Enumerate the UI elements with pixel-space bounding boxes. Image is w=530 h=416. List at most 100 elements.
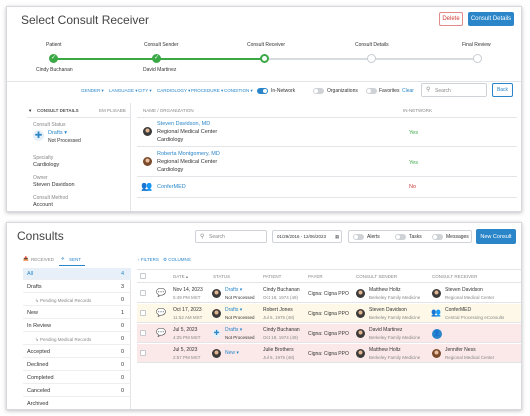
- row-checkbox[interactable]: [140, 330, 146, 336]
- row-sender-org: Berkeley Family Medicine: [369, 295, 421, 300]
- row-receiver: ConferMED: [445, 307, 472, 313]
- sidebar-item-archived[interactable]: Archived: [23, 398, 131, 409]
- filters-toggle[interactable]: › FILTERS: [138, 257, 159, 262]
- filter-condition[interactable]: CONDITION ▾: [224, 88, 253, 94]
- receiver-name[interactable]: Roberta Montgomery, MD: [157, 151, 220, 157]
- sidebar-item-label: ↳ Pending Medical Records: [35, 337, 92, 342]
- chat-icon[interactable]: 💬: [156, 288, 166, 297]
- avatar: [432, 349, 441, 358]
- in-network-toggle[interactable]: [257, 88, 268, 94]
- sidebar-item-label: Archived: [27, 401, 49, 407]
- row-date: Jul 5, 2023: [173, 327, 198, 333]
- sidebar-item-drafts[interactable]: Drafts 3: [23, 281, 131, 293]
- consult-details-button[interactable]: Consult Details: [468, 12, 514, 26]
- filter-procedure[interactable]: PROCEDURE ▾: [191, 88, 223, 94]
- chat-icon[interactable]: 💬: [156, 328, 166, 337]
- receiver-name[interactable]: ConferMED: [157, 184, 186, 190]
- consult-row[interactable]: Jul 5, 2023 2:57 PM MST New ▾ Julie Brot…: [137, 344, 521, 363]
- date-range-value: 01/29/2016 - 12/06/2023: [277, 234, 327, 239]
- sidebar-item-review-pending[interactable]: ↳ Pending Medical Records 0: [23, 333, 131, 345]
- add-user-icon[interactable]: 👤: [432, 329, 442, 339]
- sidebar-item-accepted[interactable]: Accepted 0: [23, 346, 131, 358]
- specialty-label: Specialty: [33, 155, 54, 161]
- step-patient-check-icon[interactable]: ✓: [49, 54, 58, 63]
- avatar: [212, 349, 221, 358]
- header-sender[interactable]: CONSULT SENDER: [356, 274, 397, 279]
- row-checkbox[interactable]: [140, 350, 146, 356]
- delete-button[interactable]: Delete: [439, 12, 463, 26]
- status-dropdown[interactable]: Drafts ▾: [48, 130, 67, 136]
- row-patient: Robert Jones: [263, 307, 293, 313]
- clear-link[interactable]: Clear: [402, 88, 414, 94]
- sidebar-item-count: 0: [121, 375, 125, 381]
- receiver-row[interactable]: Roberta Montgomery, MD Regional Medical …: [137, 148, 517, 177]
- row-status-dropdown[interactable]: New ▾: [225, 350, 239, 356]
- tasks-toggle[interactable]: [395, 234, 406, 240]
- tab-sent[interactable]: SENT: [69, 257, 81, 262]
- sidebar-item-drafts-pending[interactable]: ↳ Pending Medical Records 0: [23, 294, 131, 306]
- receiver-row[interactable]: 👥 ConferMED No: [137, 178, 517, 198]
- collapse-icon[interactable]: ▾: [29, 108, 31, 114]
- filter-cardiology[interactable]: CARDIOLOGY ▾: [157, 88, 190, 94]
- sidebar-item-label: Declined: [27, 362, 49, 368]
- back-button[interactable]: Back: [492, 83, 513, 97]
- consult-method-value: Account: [33, 202, 53, 208]
- filter-language[interactable]: LANGUAGE ▾: [109, 88, 138, 94]
- sidebar-item-all[interactable]: All 4: [23, 268, 131, 280]
- consult-row[interactable]: 💬 Jul 5, 2023 4:25 PM MST ✚ Drafts ▾ Not…: [137, 324, 521, 343]
- sidebar-item-completed[interactable]: Completed 0: [23, 372, 131, 384]
- receiver-row[interactable]: Steven Davidson, MD Regional Medical Cen…: [137, 118, 517, 147]
- receiver-search-input[interactable]: ⚲ Search: [421, 83, 487, 97]
- favorites-toggle[interactable]: [366, 88, 377, 94]
- row-checkbox[interactable]: [140, 310, 146, 316]
- step-receiver-current-icon[interactable]: [260, 54, 269, 63]
- row-time: 5:49 PM MST: [173, 295, 201, 300]
- chat-icon[interactable]: 💬: [156, 308, 166, 317]
- row-status-sub: Not Processed: [225, 335, 255, 340]
- step-sender-check-icon[interactable]: ✓: [152, 54, 161, 63]
- row-sender: Steven Davidson: [369, 307, 407, 313]
- sidebar-item-label: Drafts: [27, 284, 42, 290]
- header-status[interactable]: STATUS: [213, 274, 230, 279]
- sidebar-item-in-review[interactable]: In Review 0: [23, 320, 131, 332]
- organizations-toggle[interactable]: [313, 88, 324, 94]
- header-patient[interactable]: PATIENT: [263, 274, 281, 279]
- row-receiver-org: Central Processing eConsults: [445, 315, 505, 320]
- row-patient-dob: Jul 6, 1975 (48): [263, 315, 295, 320]
- row-status-dropdown[interactable]: Drafts ▾: [225, 327, 242, 333]
- filter-city[interactable]: CITY ▾: [138, 88, 152, 94]
- row-status-dropdown[interactable]: Drafts ▾: [225, 307, 242, 313]
- row-sender-org: Berkeley Family Medicine: [369, 355, 421, 360]
- row-time: 11:52 AM MST: [173, 315, 203, 320]
- consult-row[interactable]: 💬 Oct 17, 2023 11:52 AM MST Drafts ▾ Not…: [137, 304, 521, 323]
- row-status-dropdown[interactable]: Drafts ▾: [225, 287, 242, 293]
- select-all-checkbox[interactable]: [140, 273, 146, 279]
- sidebar-item-canceled[interactable]: Canceled 0: [23, 385, 131, 397]
- receiver-name[interactable]: Steven Davidson, MD: [157, 121, 210, 127]
- tab-received-icon: 📥: [23, 256, 29, 261]
- page-title: Select Consult Receiver: [21, 13, 150, 27]
- header-payer[interactable]: PAYER: [308, 274, 323, 279]
- header-receiver[interactable]: CONSULT RECEIVER: [432, 274, 477, 279]
- step-sender-label: Consult Sender: [144, 42, 179, 48]
- sidebar-item-count: 4: [121, 271, 125, 277]
- header-date[interactable]: DATE ▴: [173, 274, 188, 280]
- step-details-icon[interactable]: [367, 54, 376, 63]
- consults-title: Consults: [17, 229, 64, 243]
- consults-search-input[interactable]: ⚲ Search: [195, 230, 267, 243]
- sidebar-item-declined[interactable]: Declined 0: [23, 359, 131, 371]
- filter-gender[interactable]: GENDER ▾: [81, 88, 104, 94]
- consult-row[interactable]: 💬 Nov 14, 2023 5:49 PM MST Drafts ▾ Not …: [137, 284, 521, 303]
- search-icon: ⚲: [200, 234, 205, 240]
- row-payer: Cigna: Cigna PPO: [308, 331, 349, 337]
- columns-toggle[interactable]: ⚙ COLUMNS: [163, 257, 191, 263]
- tab-received[interactable]: RECEIVED: [31, 257, 54, 262]
- row-checkbox[interactable]: [140, 290, 146, 296]
- date-range-picker[interactable]: 01/29/2016 - 12/06/2023 ▦: [272, 230, 342, 243]
- messages-toggle[interactable]: [432, 234, 443, 240]
- sidebar-item-new[interactable]: New 1: [23, 307, 131, 319]
- step-final-icon[interactable]: [473, 54, 482, 63]
- alerts-toggle[interactable]: [353, 234, 364, 240]
- new-consult-button[interactable]: New Consult: [476, 229, 516, 244]
- notification-toggles: Alerts Tasks Messages: [348, 230, 472, 243]
